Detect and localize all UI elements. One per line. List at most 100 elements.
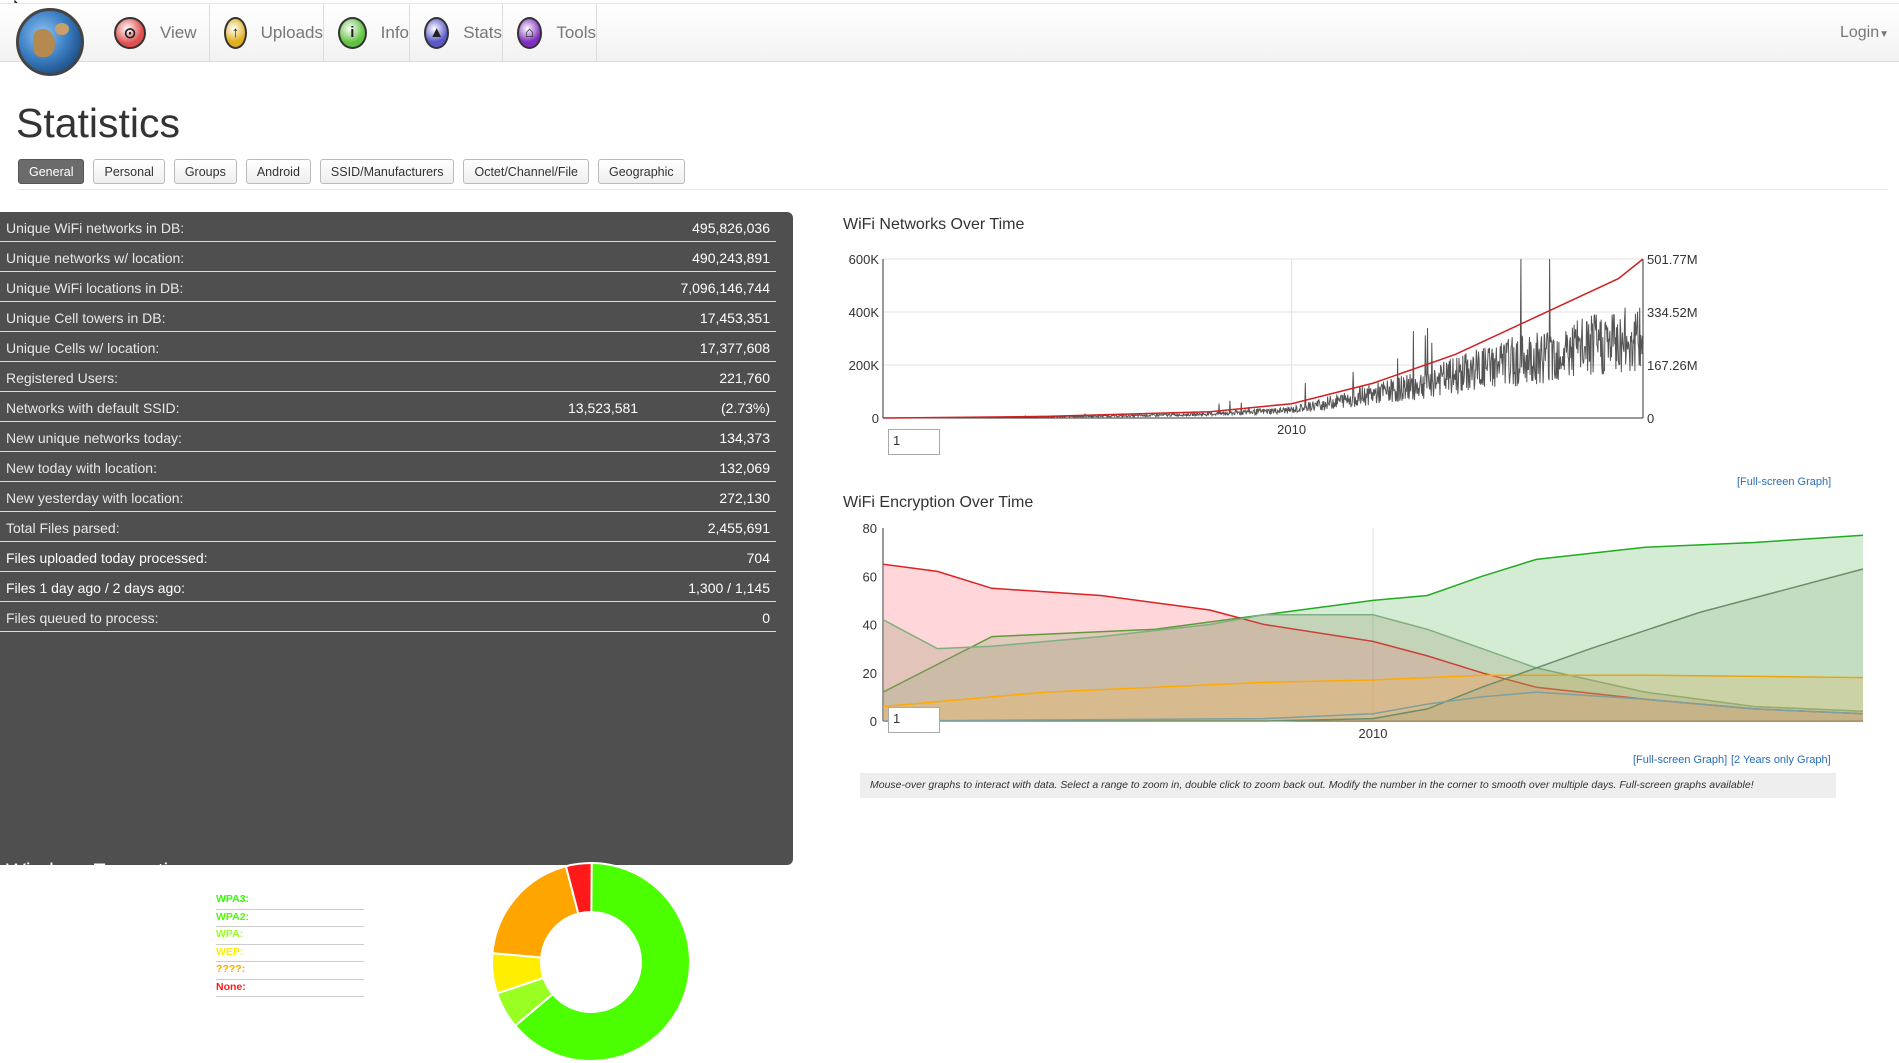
stat-count: 13,523,581	[568, 400, 639, 416]
x-tick: 2010	[1359, 726, 1388, 741]
legend-name: None:	[216, 980, 246, 993]
legend-value: 32,585,662 (6.57%)	[246, 945, 339, 958]
nav-info[interactable]: i Info	[324, 4, 410, 61]
logo-landmass	[33, 29, 55, 57]
stat-label: Files uploaded today processed:	[6, 550, 208, 566]
nav-view[interactable]: ⊙ View	[100, 4, 210, 61]
encryption-smoothing-input[interactable]: 1	[888, 707, 940, 733]
stat-label: New unique networks today:	[6, 430, 182, 446]
page-title: Statistics	[16, 100, 181, 146]
stat-value: 0	[762, 610, 770, 626]
tabs-divider	[18, 189, 1888, 190]
stat-value: 704	[746, 550, 770, 566]
tab-octet-channel-file[interactable]: Octet/Channel/File	[463, 159, 589, 184]
graph-help-note: Mouse-over graphs to interact with data.…	[860, 773, 1836, 798]
nav-tools[interactable]: ⌂ Tools	[503, 4, 597, 61]
stat-row: Unique Cell towers in DB: 17,453,351	[0, 302, 776, 332]
stat-value: 490,243,891	[692, 250, 770, 266]
wifi-encryption-chart[interactable]: 80 60 40 20 0 2010	[843, 518, 1873, 753]
stat-row: Unique Cells w/ location: 17,377,608	[0, 332, 776, 362]
daily-networks-series	[883, 258, 1644, 419]
networks-fullscreen-link[interactable]: [Full-screen Graph]	[1737, 476, 1831, 488]
nav-stats[interactable]: ▲ Stats	[410, 4, 503, 61]
encryption-donut-chart[interactable]	[490, 861, 692, 1063]
stat-row: Files queued to process: 0	[0, 602, 776, 632]
y-tick-right: 167.26M	[1647, 358, 1698, 373]
stat-label: Unique Cell towers in DB:	[6, 310, 166, 326]
legend-value: 20,772,117 (4.19%)	[248, 980, 341, 993]
stat-label: New today with location:	[6, 460, 157, 476]
stat-value: 132,069	[719, 460, 770, 476]
x-tick: 2010	[1277, 422, 1306, 437]
stat-label: New yesterday with location:	[6, 490, 184, 506]
legend-row: None: 20,772,117 (4.19%)	[216, 980, 364, 997]
stat-value: 17,377,608	[699, 340, 770, 356]
wifi-networks-chart[interactable]: 600K 400K 200K 0 501.77M 334.52M 167.26M 0 2010	[843, 240, 1863, 470]
stat-value: 272,130	[719, 490, 770, 506]
stat-row: New today with location: 132,069	[0, 452, 776, 482]
stat-value: 2,455,691	[707, 520, 770, 536]
stat-value: 17,453,351	[699, 310, 770, 326]
globe-logo[interactable]	[16, 8, 84, 76]
login-dropdown[interactable]: Login▼	[1840, 24, 1889, 42]
tab-geographic[interactable]: Geographic	[598, 159, 685, 184]
legend-value: 29,646,002 (5.98%)	[246, 928, 339, 940]
stat-label: Unique Cells w/ location:	[6, 340, 160, 356]
stats-tabs: General Personal Groups Android SSID/Manufac…	[18, 159, 694, 184]
stat-value: (2.73%)	[720, 400, 770, 416]
login-label: Login	[1839, 24, 1880, 41]
stat-value: 134,373	[719, 430, 770, 446]
donut-slice-[interactable]	[491, 865, 580, 959]
legend-name: WPA2:	[216, 910, 250, 923]
legend-name: WPA3:	[216, 893, 250, 905]
legend-value: 316,709,522 (63.88%)	[251, 910, 356, 923]
y-tick-left: 400K	[849, 305, 880, 320]
y-tick-left: 600K	[849, 252, 880, 267]
legend-row: WPA3: 1 (0.00%)	[216, 892, 364, 910]
tab-android[interactable]: Android	[245, 159, 311, 184]
tools-icon: ⌂	[517, 16, 543, 49]
legend-value: 96,630,217 (19.49%)	[248, 963, 347, 975]
tab-personal[interactable]: Personal	[93, 159, 165, 184]
y-tick: 40	[863, 618, 877, 633]
stat-row: Unique WiFi locations in DB: 7,096,146,74…	[0, 272, 776, 302]
nav-uploads[interactable]: ↑ Uploads	[210, 4, 324, 61]
encryption-chart-title: WiFi Encryption Over Time	[843, 494, 1034, 511]
stat-value: 221,760	[719, 370, 770, 386]
nav-label: Tools	[556, 22, 596, 42]
y-tick-left: 0	[872, 411, 879, 426]
legend-name: ????:	[216, 963, 246, 975]
uploads-icon: ↑	[224, 16, 247, 49]
view-icon: ⊙	[114, 16, 146, 49]
stat-row: New yesterday with location: 272,130	[0, 482, 776, 512]
nav-label: Stats	[463, 22, 502, 42]
tab-ssid-manufacturers[interactable]: SSID/Manufacturers	[319, 159, 455, 184]
encryption-fullscreen-link[interactable]: [Full-screen Graph]	[1633, 754, 1727, 766]
y-tick: 60	[863, 569, 877, 584]
stat-row: Unique networks w/ location: 490,243,891	[0, 242, 776, 272]
legend-row: WPA2: 316,709,522 (63.88%)	[216, 910, 364, 927]
stat-row: New unique networks today: 134,373	[0, 422, 776, 452]
stat-label: Unique WiFi networks in DB:	[6, 220, 185, 236]
stat-label: Registered Users:	[6, 370, 119, 386]
stat-value: 495,826,036	[692, 220, 770, 236]
encryption-2years-link[interactable]: [2 Years only Graph]	[1731, 754, 1831, 766]
y-tick: 0	[870, 714, 877, 729]
info-icon: i	[338, 16, 367, 49]
y-tick: 80	[863, 521, 877, 536]
stat-label: Unique WiFi locations in DB:	[6, 280, 184, 296]
nav-label: View	[160, 22, 197, 42]
stat-label: Networks with default SSID:	[6, 400, 180, 416]
legend-row: WEP: 32,585,662 (6.57%)	[216, 945, 364, 962]
y-tick-right: 334.52M	[1647, 305, 1698, 320]
tab-groups[interactable]: Groups	[173, 159, 237, 184]
stat-row: Networks with default SSID: 13,523,581 (2.…	[0, 392, 776, 422]
tab-general[interactable]: General	[18, 159, 85, 184]
networks-smoothing-input[interactable]: 1	[888, 429, 940, 455]
nav-label: Uploads	[260, 22, 323, 42]
legend-value: 1 (0.00%)	[251, 893, 298, 905]
stat-value: 7,096,146,744	[680, 280, 770, 296]
stat-row: Total Files parsed: 2,455,691	[0, 512, 776, 542]
encryption-legend: WPA3: 1 (0.00%) WPA2: 316,709,522 (63.88%…	[216, 892, 364, 997]
stat-label: Files 1 day ago / 2 days ago:	[6, 580, 185, 596]
